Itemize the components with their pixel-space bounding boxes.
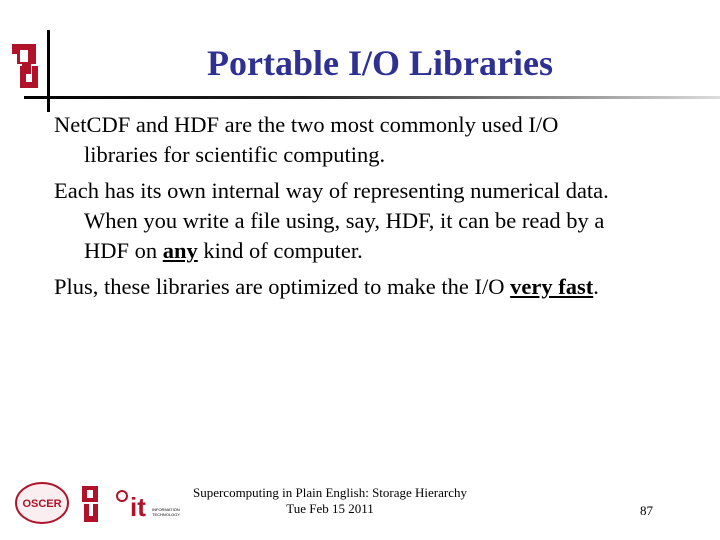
slide-body: NetCDF and HDF are the two most commonly… — [54, 110, 704, 308]
emphasis-any: any — [162, 238, 198, 263]
paragraph-text: When you write a file using, say, HDF, i… — [84, 208, 605, 233]
paragraph-text: NetCDF and HDF are the two most commonly… — [54, 112, 559, 137]
page-number: 87 — [640, 503, 653, 518]
emphasis-very-fast: very fast — [510, 274, 594, 299]
text-run: HDF on — [84, 238, 163, 263]
paragraph-text: Each has its own internal way of represe… — [54, 178, 609, 203]
ou-footer-logo-icon — [82, 486, 98, 522]
paragraph-1: NetCDF and HDF are the two most commonly… — [54, 110, 704, 170]
svg-text:OSCER: OSCER — [22, 498, 61, 510]
footer-caption: Supercomputing in Plain English: Storage… — [180, 485, 480, 517]
svg-text:TECHNOLOGY: TECHNOLOGY — [152, 512, 180, 517]
paragraph-3: Plus, these libraries are optimized to m… — [54, 272, 704, 302]
text-run: kind of computer. — [197, 238, 363, 263]
paragraph-text: libraries for scientific computing. — [84, 142, 386, 167]
oscer-logo-icon: OSCER — [15, 482, 69, 524]
footer-date: Tue Feb 15 2011 — [286, 501, 374, 516]
paragraph-2: Each has its own internal way of represe… — [54, 176, 704, 266]
header-horizontal-rule — [24, 96, 720, 99]
footer-course-title: Supercomputing in Plain English: Storage… — [192, 485, 468, 500]
svg-text:it: it — [130, 492, 146, 522]
text-run: . — [593, 274, 599, 299]
text-run: Plus, these libraries are optimized to m… — [54, 274, 511, 299]
paragraph-text: HDF on any kind of computer. — [54, 236, 704, 266]
slide-title: Portable I/O Libraries — [207, 43, 553, 83]
it-logo-icon: it INFORMATION TECHNOLOGY — [116, 490, 180, 522]
